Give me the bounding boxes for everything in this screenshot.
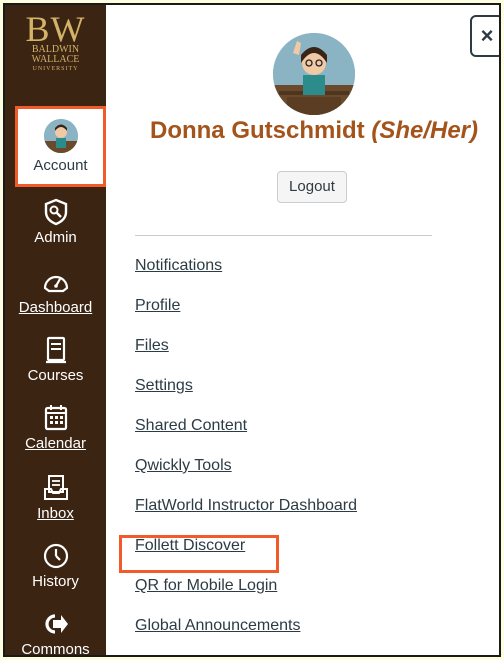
link-files[interactable]: Files [135,337,169,355]
user-pronouns: (She/Her) [371,117,479,144]
speedometer-icon [43,275,68,293]
canvas-frame: BW BALDWIN WALLACE UNIVERSITY Account Ad… [3,3,501,657]
account-avatar-icon [43,119,78,153]
nav-item-dashboard[interactable]: Dashboard [5,267,106,317]
link-global-announcements[interactable]: Global Announcements [135,617,300,635]
clock-icon [43,543,68,569]
nav-item-label: Dashboard [18,299,93,316]
user-name: Donna Gutschmidt [149,117,365,144]
global-nav: BW BALDWIN WALLACE UNIVERSITY Account Ad… [5,5,106,655]
nav-item-label: Admin [34,229,77,246]
link-shared-content[interactable]: Shared Content [135,417,247,435]
book-icon [45,336,66,364]
user-name-heading: Donna Gutschmidt (She/Her) [117,117,499,145]
nav-item-history[interactable]: History [5,541,106,591]
nav-item-label: Commons [21,641,90,657]
link-settings[interactable]: Settings [135,377,193,395]
calendar-icon [44,405,67,431]
logo-line-3: UNIVERSITY [32,66,79,72]
logout-button[interactable]: Logout [277,171,347,203]
nav-item-label: Inbox [37,505,74,522]
user-avatar [273,33,355,115]
nav-item-label: Courses [27,367,84,384]
link-profile[interactable]: Profile [135,297,180,315]
divider [135,235,432,236]
university-logo[interactable]: BW BALDWIN WALLACE UNIVERSITY [5,9,106,73]
nav-item-admin[interactable]: Admin [5,197,106,247]
nav-item-label: History [32,573,79,590]
link-notifications[interactable]: Notifications [135,257,222,275]
link-flatworld-instructor-dashboard[interactable]: FlatWorld Instructor Dashboard [135,497,357,515]
link-qwickly-tools[interactable]: Qwickly Tools [135,457,232,475]
commons-arrow-icon [44,614,68,634]
nav-item-commons[interactable]: Commons [5,609,106,657]
close-tray-button[interactable]: × [470,15,499,57]
close-icon: × [480,23,494,48]
inbox-icon [43,475,68,500]
link-qr-for-mobile-login[interactable]: QR for Mobile Login [135,577,277,595]
logo-line-2: WALLACE [31,54,80,65]
follett-discover-highlight [119,535,279,573]
nav-item-label: Calendar [25,435,86,452]
logo-initials: BW [25,9,86,49]
shield-icon [44,198,67,226]
nav-item-courses[interactable]: Courses [5,335,106,385]
nav-item-calendar[interactable]: Calendar [5,403,106,453]
nav-item-label: Account [33,157,88,174]
nav-item-inbox[interactable]: Inbox [5,473,106,523]
nav-item-account[interactable]: Account [15,106,106,187]
